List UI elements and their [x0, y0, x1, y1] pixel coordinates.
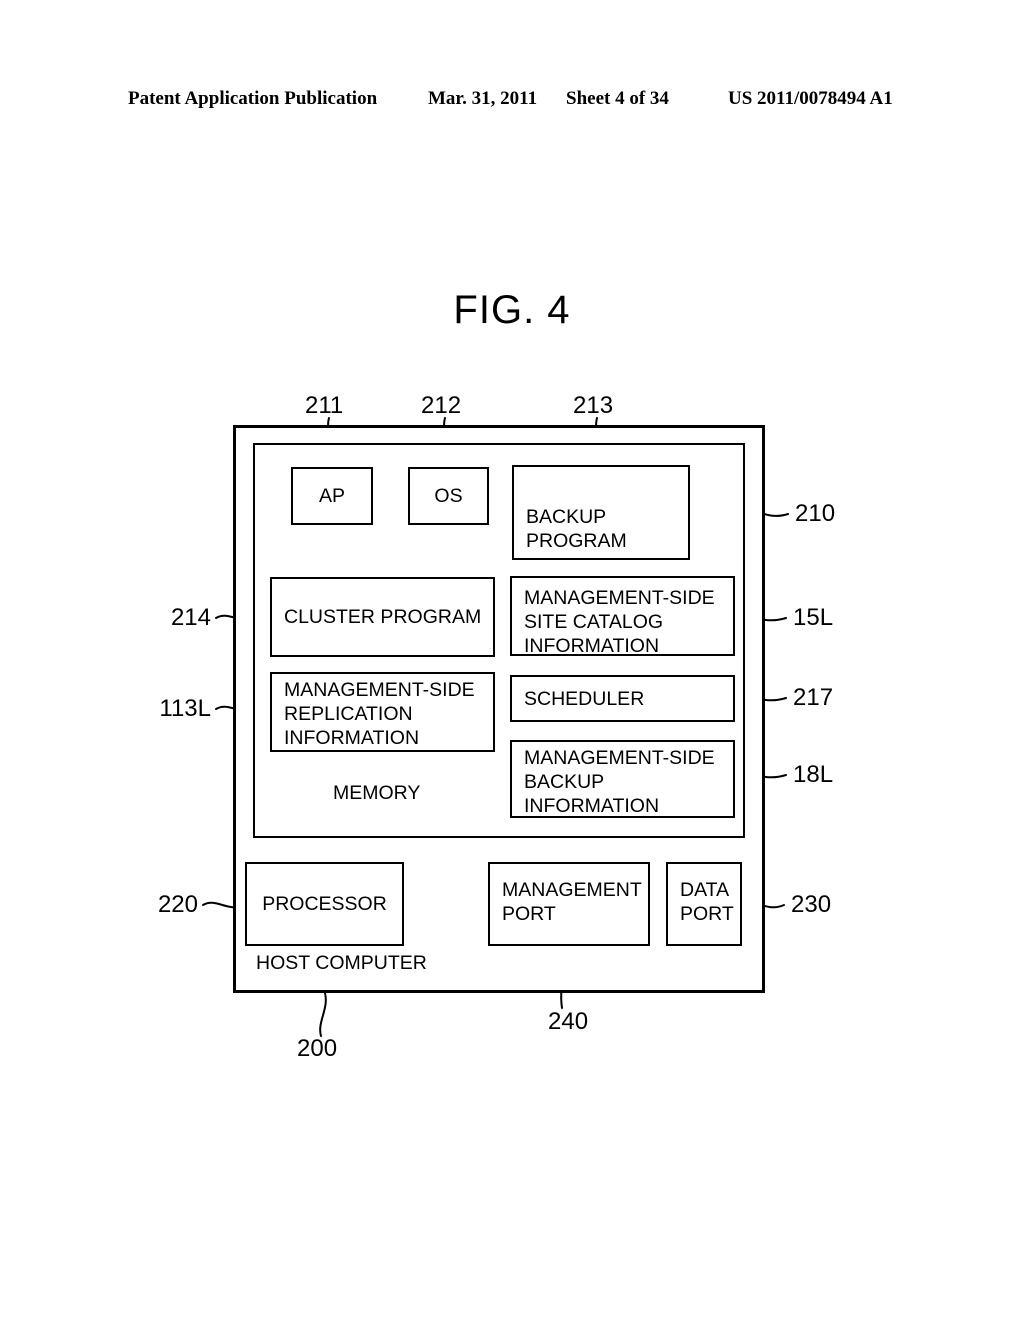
os-box: OS [408, 467, 489, 525]
ref-211: 211 [305, 392, 344, 419]
cluster-program-label: CLUSTER PROGRAM [284, 606, 482, 628]
ref-214: 214 [170, 604, 211, 631]
ref-113L: 113L [159, 695, 211, 722]
ref-240: 240 [548, 1008, 589, 1035]
ref-213: 213 [573, 392, 614, 419]
data-port-box: DATA PORT [666, 862, 742, 946]
management-port-box: MANAGEMENT PORT [488, 862, 650, 946]
ref-212: 212 [421, 392, 462, 419]
data-port-label: DATA PORT [680, 879, 734, 925]
ref-220: 220 [157, 891, 198, 918]
site-catalog-info-box: MANAGEMENT-SIDE SITE CATALOG INFORMATION [510, 576, 735, 657]
os-label: OS [434, 485, 463, 507]
processor-box: PROCESSOR [245, 862, 404, 946]
replication-info-box: MANAGEMENT-SIDE REPLICATION INFORMATION [270, 672, 495, 752]
ref-230: 230 [791, 891, 832, 918]
backup-info-label: MANAGEMENT-SIDE BACKUP INFORMATION [524, 747, 715, 817]
scheduler-label: SCHEDULER [524, 687, 645, 710]
memory-label: MEMORY [333, 782, 421, 804]
site-catalog-info-label: MANAGEMENT-SIDE SITE CATALOG INFORMATION [524, 587, 715, 657]
ref-210: 210 [795, 500, 836, 527]
ref-200: 200 [297, 1035, 338, 1062]
ap-box: AP [291, 467, 373, 525]
leader-200 [319, 992, 327, 1037]
host-computer-label: HOST COMPUTER [256, 952, 427, 974]
ref-18L: 18L [793, 761, 834, 788]
replication-info-label: MANAGEMENT-SIDE REPLICATION INFORMATION [284, 679, 475, 749]
cluster-program-box: CLUSTER PROGRAM [270, 577, 495, 657]
ref-217: 217 [793, 684, 834, 711]
backup-program-box: BACKUP PROGRAM [512, 465, 690, 560]
scheduler-box: SCHEDULER [510, 675, 735, 722]
backup-info-box: MANAGEMENT-SIDE BACKUP INFORMATION [510, 740, 735, 818]
processor-label: PROCESSOR [262, 893, 387, 915]
backup-program-label: BACKUP PROGRAM [526, 506, 627, 552]
management-port-label: MANAGEMENT PORT [502, 879, 642, 925]
ref-15L: 15L [793, 604, 834, 631]
ap-label: AP [318, 485, 345, 507]
figure-drawing: HOST COMPUTER MEMORY AP OS BACKUP PROGRA… [0, 0, 1024, 1320]
